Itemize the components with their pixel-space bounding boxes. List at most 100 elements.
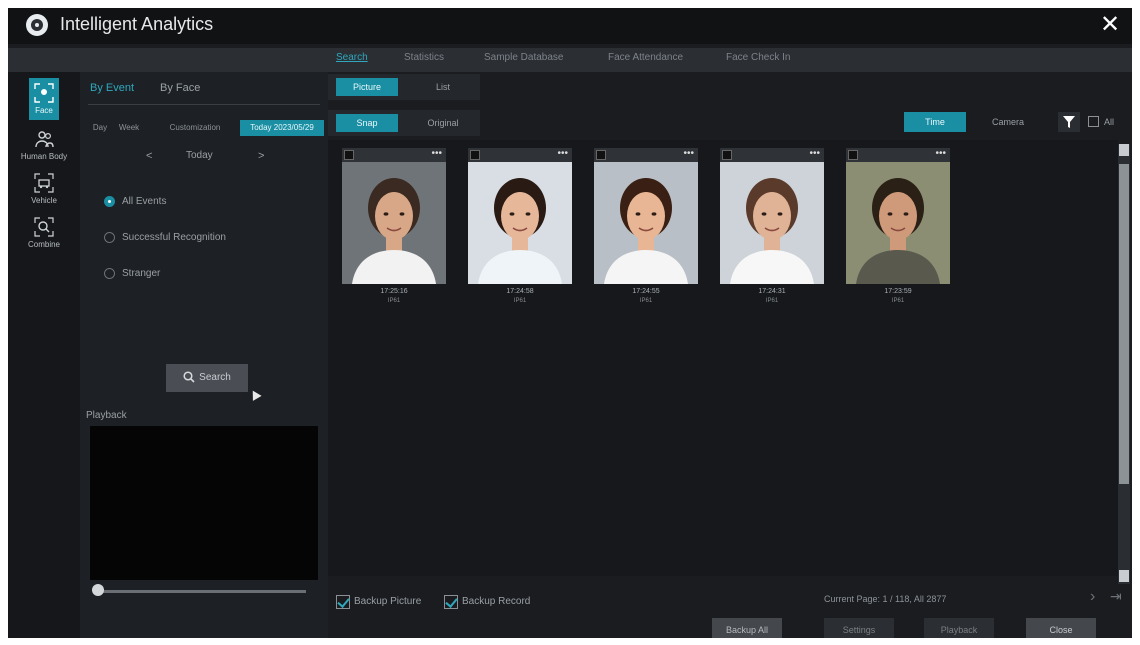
filter-icon — [1063, 116, 1075, 128]
sidebar-item-face[interactable]: Face — [29, 78, 59, 120]
range-day-button[interactable]: Day — [88, 120, 112, 136]
radio-successful-recognition[interactable]: Successful Recognition — [104, 230, 304, 246]
playback-button[interactable]: Playback — [924, 618, 994, 638]
range-today-button[interactable]: Today 2023/05/29 — [240, 120, 324, 136]
more-options-icon[interactable]: ••• — [809, 148, 820, 160]
last-page-button[interactable]: ⇥ — [1110, 588, 1122, 605]
sidebar-item-combine[interactable]: Combine — [8, 212, 80, 256]
snapshot-card[interactable]: ••• 17:24:31 IP61 — [720, 148, 824, 318]
range-week-button[interactable]: Week — [114, 120, 144, 136]
snapshot-camera-type: IP61 — [513, 298, 527, 304]
snapshot-thumbnail[interactable]: ••• — [468, 148, 572, 284]
snapshot-thumbnail[interactable]: ••• — [594, 148, 698, 284]
checkbox-label: Backup Record — [462, 596, 531, 607]
backup-picture-checkbox[interactable]: Backup Picture — [336, 594, 442, 610]
snapshot-thumbnail[interactable]: ••• — [720, 148, 824, 284]
more-options-icon[interactable]: ••• — [431, 148, 442, 160]
close-window-button[interactable]: ✕ — [1096, 11, 1124, 39]
snapshot-card[interactable]: ••• 17:25:16 IP61 — [342, 148, 446, 318]
subtab-by-face[interactable]: By Face — [160, 82, 200, 94]
prev-date-button[interactable]: < — [146, 150, 152, 162]
snapshot-card[interactable]: ••• 17:23:59 IP61 — [846, 148, 950, 318]
view-mode-toggle: Picture List — [328, 74, 480, 100]
playback-progress-track[interactable] — [96, 590, 306, 593]
playback-progress-handle[interactable] — [92, 584, 104, 596]
snap-mode-button[interactable]: Snap — [336, 114, 398, 132]
search-button[interactable]: Search — [166, 364, 248, 392]
thumbnail-toolbar: ••• — [468, 148, 572, 162]
snapshot-select-checkbox[interactable] — [848, 150, 858, 160]
face-snapshot-image — [342, 162, 446, 284]
view-list-button[interactable]: List — [414, 78, 472, 96]
thumbnail-toolbar: ••• — [342, 148, 446, 162]
next-page-button[interactable]: › — [1090, 588, 1095, 606]
close-button[interactable]: Close — [1026, 618, 1096, 638]
window-title: Intelligent Analytics — [60, 14, 214, 34]
top-navigation: Search Statistics Sample Database Face A… — [8, 48, 1132, 72]
subtab-by-event[interactable]: By Event — [90, 82, 134, 94]
snapshot-card[interactable]: ••• 17:24:58 IP61 — [468, 148, 572, 318]
scroll-up-button[interactable] — [1119, 144, 1129, 156]
tab-face-attendance[interactable]: Face Attendance — [608, 52, 683, 63]
search-button-label: Search — [199, 372, 231, 383]
sidebar-item-label: Vehicle — [31, 196, 57, 205]
select-all-checkbox[interactable]: All — [1088, 114, 1128, 130]
tab-sample-database[interactable]: Sample Database — [484, 52, 564, 63]
snapshot-card[interactable]: ••• 17:24:55 IP61 — [594, 148, 698, 318]
date-navigator: < Today > — [140, 150, 280, 166]
face-snapshot-image — [846, 162, 950, 284]
face-snapshot-image — [594, 162, 698, 284]
radio-label: Stranger — [122, 268, 161, 279]
radio-stranger[interactable]: Stranger — [104, 266, 304, 282]
intelligent-analytics-window: Intelligent Analytics ✕ Search Statistic… — [8, 8, 1132, 638]
category-sidebar: Face Human Body Vehicle Combine — [8, 72, 80, 638]
radio-all-events[interactable]: All Events — [104, 194, 304, 210]
snapshot-select-checkbox[interactable] — [470, 150, 480, 160]
snapshot-grid: ••• 17:25:16 IP61 ••• 17:24:58 IP61 ••• 17:24:5… — [328, 140, 1118, 576]
more-options-icon[interactable]: ••• — [557, 148, 568, 160]
view-picture-button[interactable]: Picture — [336, 78, 398, 96]
title-bar: Intelligent Analytics ✕ — [8, 8, 1132, 44]
snapshot-time: 17:24:58 — [506, 288, 534, 295]
radio-indicator — [104, 268, 115, 279]
more-options-icon[interactable]: ••• — [683, 148, 694, 160]
checkbox-label: All — [1104, 117, 1115, 127]
mouse-cursor-icon — [248, 388, 262, 401]
settings-button[interactable]: Settings — [824, 618, 894, 638]
sidebar-item-label: Human Body — [20, 152, 68, 161]
sidebar-item-vehicle[interactable]: Vehicle — [8, 168, 80, 212]
checkbox-label: Backup Picture — [354, 596, 422, 607]
subtab-divider — [88, 104, 320, 105]
scrollbar-thumb[interactable] — [1119, 164, 1129, 484]
snapshot-thumbnail[interactable]: ••• — [846, 148, 950, 284]
playback-label: Playback — [86, 410, 127, 421]
playback-video-area[interactable] — [90, 426, 318, 580]
snapshot-select-checkbox[interactable] — [722, 150, 732, 160]
backup-record-checkbox[interactable]: Backup Record — [444, 594, 550, 610]
backup-all-button[interactable]: Backup All — [712, 618, 782, 638]
scroll-down-button[interactable] — [1119, 570, 1129, 582]
tab-search[interactable]: Search — [336, 52, 368, 63]
face-snapshot-image — [720, 162, 824, 284]
sort-by-time-button[interactable]: Time — [904, 112, 966, 132]
range-customization-button[interactable]: Customization — [152, 120, 238, 136]
sidebar-item-label: Combine — [27, 240, 60, 249]
tab-face-check-in[interactable]: Face Check In — [726, 52, 790, 63]
radio-label: Successful Recognition — [122, 232, 226, 243]
sidebar-item-human-body[interactable]: Human Body — [8, 124, 80, 168]
snapshot-thumbnail[interactable]: ••• — [342, 148, 446, 284]
thumbnail-toolbar: ••• — [846, 148, 950, 162]
radio-label: All Events — [122, 196, 167, 207]
original-mode-button[interactable]: Original — [414, 114, 472, 132]
pagination-info: Current Page: 1 / 118, All 2877 — [824, 594, 947, 604]
sort-by-camera-button[interactable]: Camera — [974, 112, 1042, 132]
next-date-button[interactable]: > — [258, 150, 264, 162]
radio-indicator — [104, 196, 115, 207]
snapshot-select-checkbox[interactable] — [596, 150, 606, 160]
thumbnail-toolbar: ••• — [594, 148, 698, 162]
filter-button[interactable] — [1058, 112, 1080, 132]
snapshot-camera-type: IP61 — [891, 298, 905, 304]
more-options-icon[interactable]: ••• — [935, 148, 946, 160]
snapshot-select-checkbox[interactable] — [344, 150, 354, 160]
tab-statistics[interactable]: Statistics — [404, 52, 444, 63]
